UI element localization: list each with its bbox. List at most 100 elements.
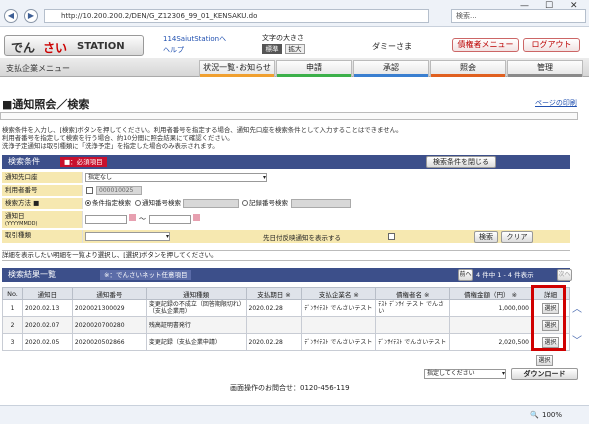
logo-den: でん [11, 41, 36, 55]
tab-approve-bar [354, 74, 428, 77]
date-field: ～ [82, 211, 570, 228]
browser-search-input[interactable]: 検索... [451, 9, 586, 23]
results-table-body: 1 2020.02.13 2020021300029 変更記録の不成立（回答期限… [2, 299, 571, 351]
print-link[interactable]: ページの印刷 [535, 98, 577, 108]
radio-record-icon [242, 200, 248, 206]
row-creditor: ﾃｽﾄ ﾃﾞﾝｻｲ テスト でんさい [375, 299, 451, 317]
future-checkbox[interactable] [388, 233, 395, 240]
close-icon[interactable]: ✕ [570, 1, 578, 11]
address-bar[interactable]: http://10.200.200.2/DEN/G_Z12306_99_01_K… [44, 9, 429, 23]
col-no: No. [2, 287, 23, 300]
search-button[interactable]: 検索 [474, 231, 498, 243]
method-notice-no[interactable]: 通知番号検索 [135, 198, 181, 209]
date-from-input[interactable] [85, 215, 127, 224]
account-label: 通知先口座 [2, 172, 82, 183]
table-row: 3 2020.02.05 2020020502866 変更記録（支払企業申請） … [2, 333, 571, 351]
record-no-input[interactable] [291, 199, 351, 208]
clear-button[interactable]: クリア [501, 231, 533, 243]
forward-icon[interactable]: ▶ [24, 9, 38, 23]
method-record-label: 記録番号検索 [249, 199, 288, 207]
row-id: 2020020700280 [71, 316, 147, 334]
method-record-no[interactable]: 記録番号検索 [242, 198, 288, 209]
tab-apply[interactable]: 申請 [276, 60, 352, 77]
prev-page-button[interactable]: 前へ [458, 269, 473, 281]
download-format-value: 指定してください [427, 370, 475, 377]
tab-admin-bar [508, 74, 582, 77]
method-field: 条件指定検索 通知番号検索 記録番号検索 [82, 198, 570, 209]
font-large-button[interactable]: 拡大 [285, 44, 305, 54]
row-payer: ﾃﾞﾝｻｲﾃｽﾄ でんさいテスト [301, 333, 377, 351]
type-select[interactable]: ▾ [85, 232, 170, 241]
logo-station: STATION [77, 41, 125, 52]
user-checkbox[interactable] [86, 187, 93, 194]
row-due [245, 316, 303, 334]
tab-apply-bar [277, 74, 351, 77]
close-conditions-button[interactable]: 検索条件を閉じる [426, 156, 496, 168]
notice-no-input[interactable] [183, 199, 239, 208]
tab-approve[interactable]: 承認 [353, 60, 429, 77]
user-row: 利用者番号 000010025 [2, 185, 570, 197]
account-field: 指定なし ▾ [82, 172, 570, 183]
results-table-head: No. 通知日 通知番号 通知種類 支払期日 ※ 支払企業名 ※ 債権者名 ※ … [2, 287, 571, 300]
row-id: 2020020502866 [71, 333, 147, 351]
type-field: ▾ 先日付反映通知を表示する 検索 クリア [82, 230, 570, 243]
search-section-title: 検索条件 [8, 157, 40, 166]
scroll-up-icon[interactable]: ︿ [572, 300, 582, 315]
font-standard-button[interactable]: 標準 [262, 44, 282, 54]
row-due: 2020.02.28 [245, 333, 303, 351]
minimize-icon[interactable]: — [520, 1, 529, 11]
creditor-menu-button[interactable]: 債権者メニュー [452, 38, 519, 52]
account-select[interactable]: 指定なし ▾ [85, 173, 267, 182]
results-instruction: 詳細を表示したい明細を一覧より選択し、[選択]ボタンを押してください。 [2, 250, 570, 261]
row-creditor [375, 316, 451, 334]
logout-button[interactable]: ログアウト [523, 38, 580, 52]
method-notice-label: 通知番号検索 [142, 199, 181, 207]
user-label: 利用者番号 [2, 185, 82, 196]
calendar-to-icon[interactable] [193, 214, 200, 221]
date-to-input[interactable] [149, 215, 191, 224]
method-condition[interactable]: 条件指定検索 [85, 198, 131, 209]
calendar-from-icon[interactable] [129, 214, 136, 221]
row-no: 2 [2, 316, 23, 334]
next-page-button[interactable]: 次へ [557, 269, 572, 281]
tab-admin[interactable]: 管理 [507, 60, 583, 77]
date-label: 通知日 [5, 212, 25, 220]
method-label: 検索方法 ■ [2, 198, 82, 209]
row-type: 変更記録の不成立（回答期限切れ）（支払企業用） [145, 299, 247, 317]
tab-status-bar [200, 74, 274, 77]
back-icon[interactable]: ◀ [4, 9, 18, 23]
date-format: (YYYYMMDD) [5, 221, 38, 227]
date-label-cell: 通知日 (YYYYMMDD) [2, 211, 82, 228]
col-date: 通知日 [21, 287, 73, 300]
download-button[interactable]: ダウンロード [511, 368, 578, 380]
user-select[interactable]: 000010025 [96, 186, 142, 195]
tab-inquiry[interactable]: 照会 [430, 60, 506, 77]
row-creditor: ﾃﾞﾝｻｲﾃｽﾄ でんさいテスト [375, 333, 451, 351]
site-link[interactable]: 114SaiutStationへ [163, 34, 226, 44]
results-title: 検索結果一覧 [8, 270, 56, 279]
user-value: 000010025 [99, 187, 134, 194]
download-format-select[interactable]: 指定してください ▾ [424, 369, 506, 379]
zoom-level[interactable]: 100% [542, 411, 562, 419]
help-link[interactable]: ヘルプ [163, 45, 184, 55]
radio-condition-icon [85, 200, 91, 206]
scroll-down-icon[interactable]: ﹀ [572, 332, 582, 347]
page-title: ■通知照会／検索 [2, 98, 90, 111]
download-chevron-icon: ▾ [501, 370, 505, 377]
maximize-icon[interactable]: ☐ [545, 1, 553, 11]
menu-label: 支払企業メニュー [6, 64, 70, 73]
results-header-row: No. 通知日 通知番号 通知種類 支払期日 ※ 支払企業名 ※ 債権者名 ※ … [2, 287, 571, 300]
select-button[interactable]: 選択 [536, 355, 553, 366]
account-row: 通知先口座 指定なし ▾ [2, 172, 570, 184]
tab-status[interactable]: 状況一覧･お知らせ [199, 60, 275, 77]
table-row: 2 2020.02.07 2020020700280 残高証明書発行 選択 [2, 316, 571, 334]
optional-badge: ※：でんさいネット任意項目 [100, 270, 192, 280]
col-id: 通知番号 [71, 287, 147, 300]
row-type: 残高証明書発行 [145, 316, 247, 334]
row-amount [449, 316, 532, 334]
title-divider [0, 112, 578, 120]
row-type: 変更記録（支払企業申請） [145, 333, 247, 351]
tab-apply-label: 申請 [306, 63, 322, 72]
col-creditor: 債権者名 ※ [375, 287, 451, 300]
account-value: 指定なし [88, 174, 113, 181]
